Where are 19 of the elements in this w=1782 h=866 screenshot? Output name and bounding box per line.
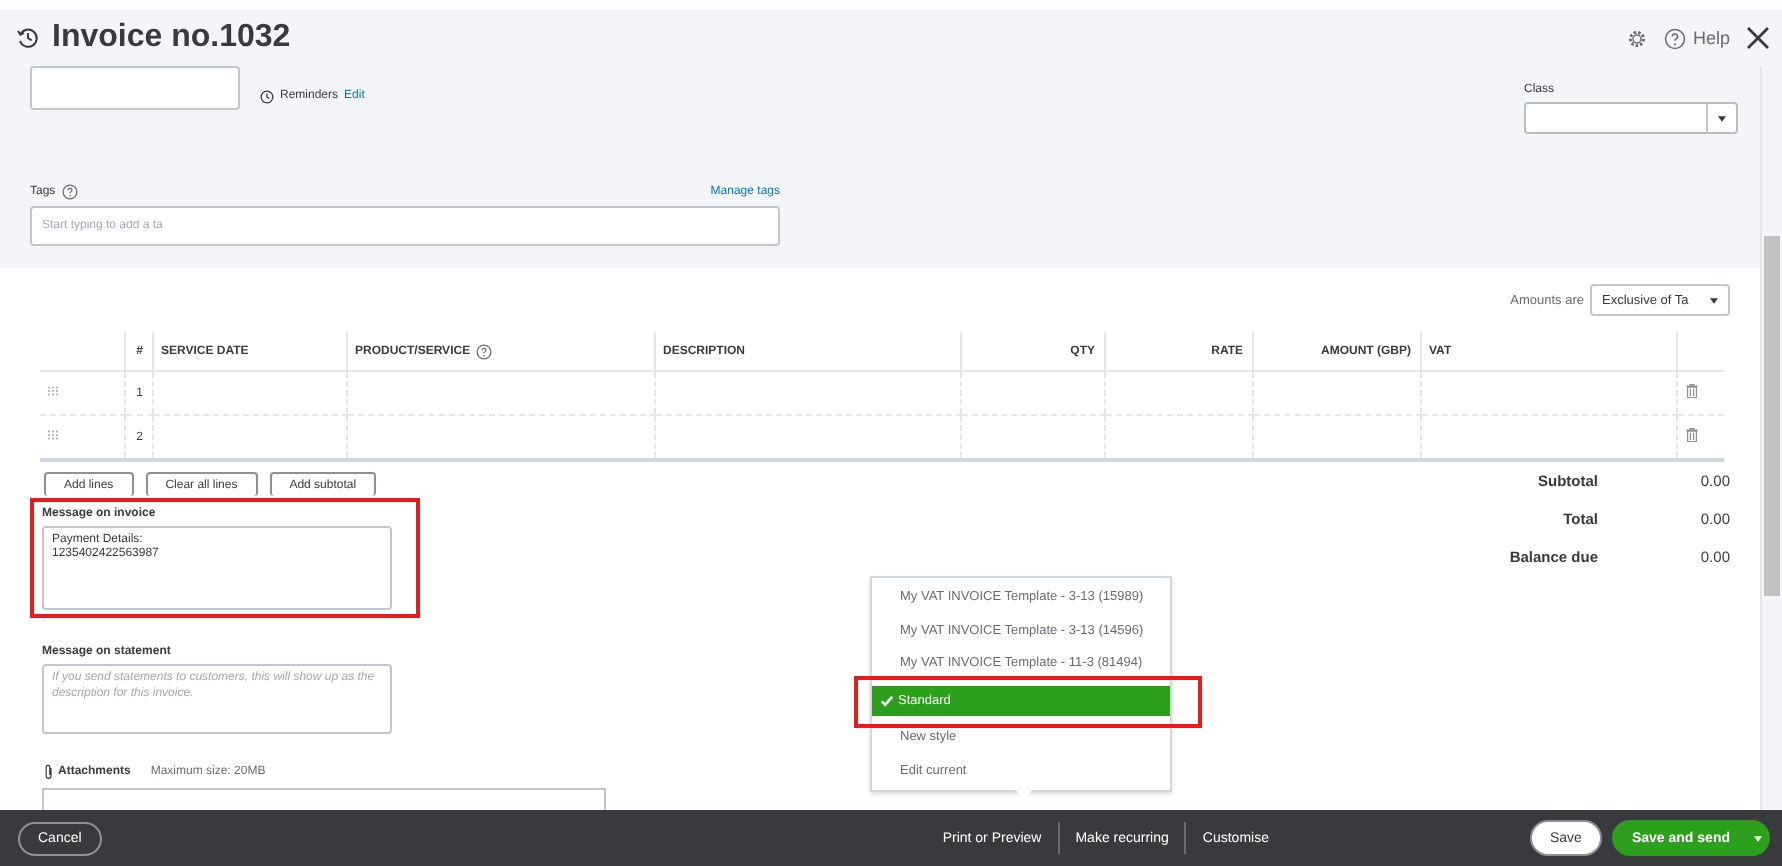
caret-icon bbox=[1754, 835, 1762, 841]
history-icon[interactable] bbox=[16, 26, 40, 50]
class-select[interactable] bbox=[1524, 102, 1738, 134]
scrollbar[interactable] bbox=[1760, 66, 1782, 810]
trash-icon[interactable] bbox=[1685, 428, 1697, 442]
caret-icon bbox=[1718, 115, 1726, 121]
invoice-title: Invoice no.1032 bbox=[52, 20, 291, 56]
help-icon bbox=[1664, 27, 1687, 49]
paperclip-icon bbox=[44, 764, 54, 780]
trash-icon[interactable] bbox=[1685, 384, 1697, 398]
help-button[interactable]: Help bbox=[1664, 27, 1730, 49]
clock-icon bbox=[260, 89, 274, 103]
input-field[interactable] bbox=[30, 66, 240, 110]
settings-icon[interactable] bbox=[1626, 27, 1649, 49]
help-icon[interactable] bbox=[476, 343, 493, 359]
help-icon[interactable] bbox=[61, 184, 78, 200]
check-icon bbox=[880, 693, 894, 707]
caret-icon bbox=[1710, 297, 1718, 303]
close-icon[interactable] bbox=[1746, 26, 1770, 50]
